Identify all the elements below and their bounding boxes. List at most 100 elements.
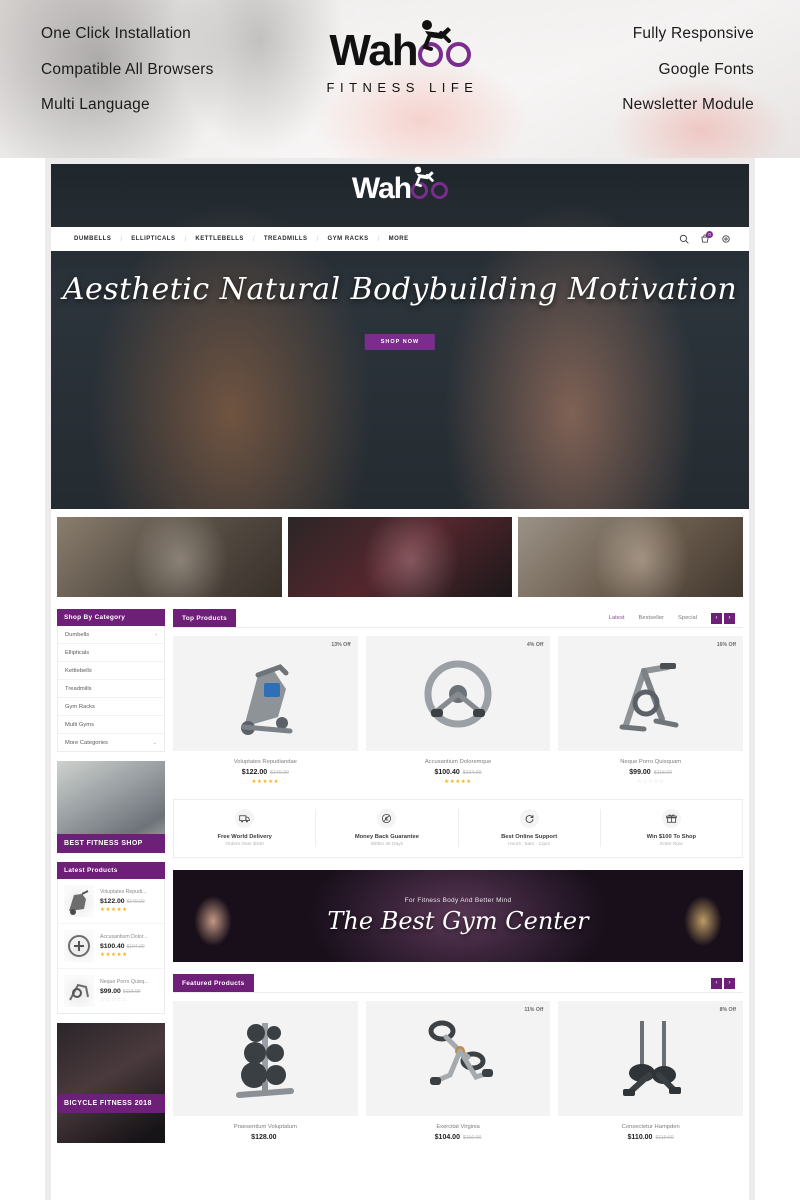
discount-badge: 16% Off xyxy=(716,642,737,648)
hero-section: Wah FITNESS LIFE DUMBELLS / ELLIPTICALS … xyxy=(51,164,749,509)
current-price: $104.00 xyxy=(434,1134,460,1141)
product-image: 11% Off xyxy=(365,1001,551,1116)
rating-stars: ★★★★★ xyxy=(444,778,472,785)
old-price: $104.00 xyxy=(462,770,482,776)
sidebar-item-kettlebells[interactable]: Kettlebells xyxy=(58,662,164,680)
sidebar-item-treadmills[interactable]: Treadmills xyxy=(58,680,164,698)
product-card[interactable]: 8% Off Consectetur Hampden $110.00 $119.… xyxy=(558,1001,744,1141)
product-name: Voluptates Repudiandae xyxy=(233,759,297,765)
current-price: $100.40 xyxy=(100,942,125,950)
product-thumbnail xyxy=(64,885,94,917)
service-win-shop: Win $100 To Shop Enter Now xyxy=(601,808,742,847)
latest-products-panel: Latest Products Voluptates Repudi... $12… xyxy=(57,862,165,1014)
promo-features-left: One Click Installation Compatible All Br… xyxy=(41,26,214,133)
promo-feature: Compatible All Browsers xyxy=(41,60,214,78)
list-item[interactable]: Neque Porro Quisq... $99.00 $118.00 ☆☆☆☆☆ xyxy=(58,969,164,1013)
category-label: Kettlebells xyxy=(65,667,92,674)
service-subtitle: Hours : 8am - 11pm xyxy=(508,842,551,847)
service-subtitle: Orders Over $100 xyxy=(225,842,264,847)
latest-products-title: Latest Products xyxy=(57,862,165,879)
banner-caption: BICYCLE FITNESS 2018 xyxy=(57,1094,165,1113)
product-card[interactable]: 16% Off Neque Porro Quisquam $99.00 $118… xyxy=(558,636,744,785)
latest-products-list: Voluptates Repudi... $122.00 $140.00 ★★★★… xyxy=(57,879,165,1014)
product-name: Neque Porro Quisquam xyxy=(620,759,682,765)
discount-badge: 8% Off xyxy=(719,1007,737,1013)
product-tabs: Latest Bestseller Special ‹ › xyxy=(609,612,743,624)
gift-icon xyxy=(661,808,681,828)
cart-count-badge: 0 xyxy=(706,231,713,238)
promo-feature: Multi Language xyxy=(41,96,150,113)
nav-item-ellipticals[interactable]: ELLIPTICALS xyxy=(122,236,184,242)
product-thumbnail xyxy=(64,975,94,1007)
current-price: $122.00 xyxy=(241,769,268,776)
sidebar-item-more-categories[interactable]: More Categories ⌄ xyxy=(58,734,164,751)
sidebar-item-gym-racks[interactable]: Gym Racks xyxy=(58,698,164,716)
services-bar: Free World Delivery Orders Over $100 Mon… xyxy=(173,798,743,858)
sidebar-item-ellipticals[interactable]: Ellipticals xyxy=(58,644,164,662)
shop-now-button[interactable]: SHOP NOW xyxy=(364,334,436,350)
tab-bestseller[interactable]: Bestseller xyxy=(639,615,664,621)
service-subtitle: Within 30 Days xyxy=(370,842,403,847)
main-content-area: Shop By Category Dumbells › Ellipticals … xyxy=(51,605,749,1143)
cart-icon[interactable]: 0 xyxy=(700,231,713,244)
product-name: Accusantium Dolor... xyxy=(100,934,148,940)
nav-item-gym-racks[interactable]: GYM RACKS xyxy=(319,236,378,242)
sidebar-banner-bicycle-fitness[interactable]: BICYCLE FITNESS 2018 xyxy=(57,1023,165,1143)
category-label: More Categories xyxy=(65,739,108,746)
nav-item-treadmills[interactable]: TREADMILLS xyxy=(255,236,317,242)
list-item[interactable]: Accusantium Dolor... $100.40 $104.00 ★★★★… xyxy=(58,924,164,969)
current-price: $110.00 xyxy=(627,1134,653,1141)
product-meta: Voluptates Repudi... $122.00 $140.00 ★★★★… xyxy=(100,889,158,913)
tab-latest[interactable]: Latest xyxy=(609,615,625,621)
carousel-next-button[interactable]: › xyxy=(724,612,735,624)
sidebar-item-dumbells[interactable]: Dumbells › xyxy=(58,626,164,644)
nav-item-dumbells[interactable]: DUMBELLS xyxy=(65,236,120,242)
current-price: $99.00 xyxy=(100,987,121,995)
product-card[interactable]: 4% Off Accusantium Doloremque $100.40 $1… xyxy=(365,636,551,785)
product-card[interactable]: 13% Off Voluptates Repudiandae $122.00 $… xyxy=(173,636,358,785)
category-tile-2[interactable] xyxy=(287,517,513,597)
tab-special[interactable]: Special xyxy=(678,615,697,621)
top-products-header: Top Products Latest Bestseller Special ‹… xyxy=(173,609,743,628)
product-price: $122.00 $140.00 xyxy=(100,898,158,905)
gym-center-banner[interactable]: For Fitness Body And Better Mind The Bes… xyxy=(173,870,743,962)
logo-wordmark: Wah xyxy=(329,26,418,75)
product-name: Exercitat Virginia xyxy=(436,1124,480,1130)
old-price: $118.00 xyxy=(653,770,673,776)
service-online-support: Best Online Support Hours : 8am - 11pm xyxy=(459,808,601,847)
product-name: Voluptates Repudi... xyxy=(100,889,147,895)
category-tile-3[interactable] xyxy=(518,517,744,597)
carousel-next-button[interactable]: › xyxy=(724,977,735,989)
category-tile-1[interactable] xyxy=(57,517,282,597)
product-image xyxy=(173,1001,358,1116)
product-info: Accusantium Doloremque $100.40 $104.00 ★★… xyxy=(366,751,551,785)
category-tiles xyxy=(51,509,749,605)
product-image: 13% Off xyxy=(173,636,358,751)
theme-promo-banner: One Click Installation Compatible All Br… xyxy=(0,0,800,158)
product-card[interactable]: 11% Off Exercitat Virginia $104.00 $116.… xyxy=(365,1001,551,1141)
section-title: Featured Products xyxy=(173,974,254,992)
sidebar-item-multi-gyms[interactable]: Multi Gyms xyxy=(58,716,164,734)
current-price: $122.00 xyxy=(100,897,125,905)
product-name: Praesentium Voluptatum xyxy=(233,1124,297,1130)
list-item[interactable]: Voluptates Repudi... $122.00 $140.00 ★★★★… xyxy=(58,879,164,924)
product-price: $110.00 $119.60 xyxy=(558,1134,743,1141)
search-icon[interactable] xyxy=(679,234,689,244)
cyclist-icon xyxy=(415,19,461,53)
category-list: Dumbells › Ellipticals Kettlebells Tread… xyxy=(57,626,165,752)
logo-tagline: FITNESS LIFE xyxy=(326,80,479,95)
carousel-prev-button[interactable]: ‹ xyxy=(711,612,722,624)
sidebar-banner-best-fitness-shop[interactable]: BEST FITNESS SHOP xyxy=(57,761,165,853)
discount-badge: 4% Off xyxy=(526,642,544,648)
product-price: $100.40 $104.00 xyxy=(366,769,551,776)
carousel-prev-button[interactable]: ‹ xyxy=(711,977,722,989)
nav-item-more[interactable]: MORE xyxy=(380,236,418,242)
nav-item-kettlebells[interactable]: KETTLEBELLS xyxy=(186,236,253,242)
banner-athlete-right xyxy=(677,886,729,956)
product-card[interactable]: Praesentium Voluptatum $128.00 xyxy=(173,1001,358,1141)
settings-icon[interactable] xyxy=(721,234,731,244)
featured-carousel-controls: ‹ › xyxy=(711,977,743,989)
cyclist-icon xyxy=(410,166,440,188)
category-label: Multi Gyms xyxy=(65,721,94,728)
nav-links: DUMBELLS / ELLIPTICALS / KETTLEBELLS / T… xyxy=(65,236,679,243)
